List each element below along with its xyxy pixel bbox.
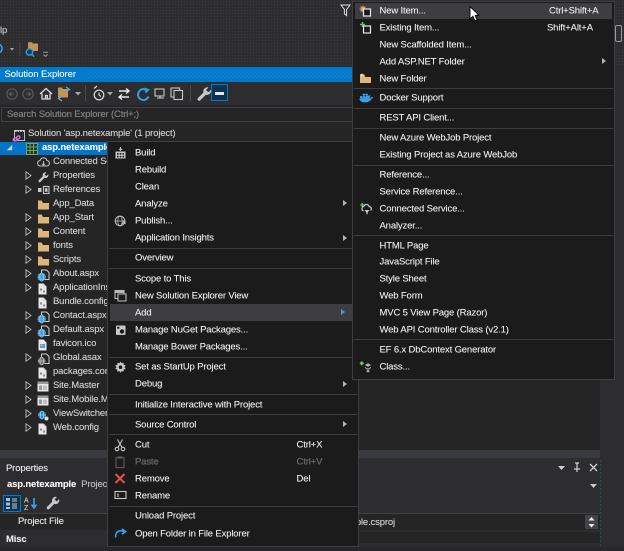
- svg-text:Z: Z: [24, 505, 29, 511]
- svg-text:A: A: [24, 498, 29, 505]
